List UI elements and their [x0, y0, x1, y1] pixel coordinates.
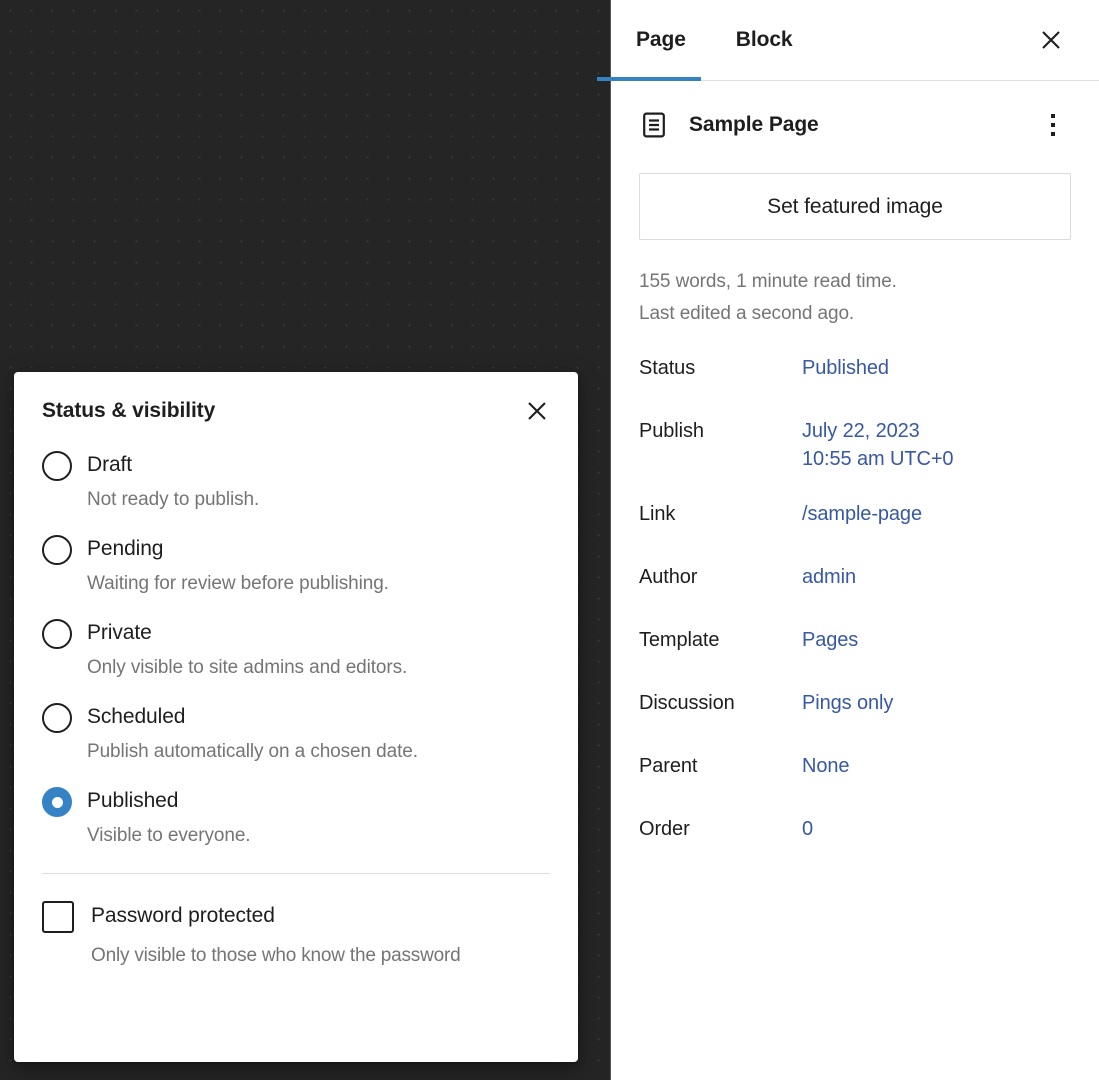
status-option-label: Pending: [87, 537, 164, 560]
status-option-published[interactable]: Published Visible to everyone.: [42, 786, 550, 848]
status-option-description: Visible to everyone.: [87, 825, 251, 846]
document-actions-menu-button[interactable]: [1035, 107, 1071, 143]
meta-row-discussion: Discussion Pings only: [639, 689, 1071, 725]
popover-close-button[interactable]: [520, 394, 554, 428]
status-option-scheduled[interactable]: Scheduled Publish automatically on a cho…: [42, 702, 550, 764]
editor-screen: stay in ost e. “ Status & visibility Dra…: [0, 0, 1099, 1080]
status-option-description: Not ready to publish.: [87, 489, 260, 510]
password-protected-checkbox-row[interactable]: Password protected Only visible to those…: [42, 900, 550, 968]
status-option-label: Private: [87, 621, 152, 644]
radio-icon: [42, 619, 72, 649]
kebab-menu-icon: [1051, 132, 1055, 136]
document-stats: 155 words, 1 minute read time. Last edit…: [639, 266, 1071, 330]
settings-sidebar: Page Block Sample Page Set featured imag…: [597, 0, 1099, 1080]
status-radio-list: Draft Not ready to publish. Pending Wait…: [14, 450, 578, 848]
radio-icon: [42, 535, 72, 565]
page-meta-list: Status Published Publish July 22, 2023 1…: [611, 354, 1099, 851]
status-option-draft[interactable]: Draft Not ready to publish.: [42, 450, 550, 512]
meta-value-status[interactable]: Published: [802, 354, 1071, 382]
meta-value-order[interactable]: 0: [802, 815, 1071, 843]
password-section: Password protected Only visible to those…: [14, 874, 578, 968]
meta-value-template[interactable]: Pages: [802, 626, 1071, 654]
meta-label: Author: [639, 566, 698, 588]
meta-label: Discussion: [639, 692, 735, 714]
meta-row-author: Author admin: [639, 563, 1071, 599]
last-edited-text: Last edited a second ago.: [639, 303, 855, 324]
sidebar-tabbar: Page Block: [597, 0, 1099, 81]
canvas-heading-text: stay in ost: [0, 262, 292, 356]
meta-label: Publish: [639, 420, 704, 442]
status-option-description: Only visible to site admins and editors.: [87, 657, 408, 678]
status-visibility-popover: Status & visibility Draft Not ready to p…: [14, 372, 578, 1062]
status-option-description: Publish automatically on a chosen date.: [87, 741, 418, 762]
document-header-row: Sample Page: [611, 81, 1099, 143]
page-document-icon: [639, 110, 669, 140]
password-protected-label: Password protected: [91, 904, 275, 927]
password-protected-description: Only visible to those who know the passw…: [91, 945, 461, 966]
meta-label: Order: [639, 818, 690, 840]
meta-label: Parent: [639, 755, 698, 777]
checkbox-icon: [42, 901, 74, 933]
close-icon: [528, 402, 546, 420]
document-title: Sample Page: [689, 113, 819, 136]
meta-value-parent[interactable]: None: [802, 752, 1071, 780]
meta-row-link: Link /sample-page: [639, 500, 1071, 536]
meta-label: Template: [639, 629, 720, 651]
meta-value-link[interactable]: /sample-page: [802, 500, 1071, 528]
meta-value-discussion[interactable]: Pings only: [802, 689, 1071, 717]
kebab-menu-icon: [1051, 123, 1055, 127]
meta-row-parent: Parent None: [639, 752, 1071, 788]
meta-row-order: Order 0: [639, 815, 1071, 851]
meta-row-publish: Publish July 22, 2023 10:55 am UTC+0: [639, 417, 1071, 473]
meta-value-publish[interactable]: July 22, 2023 10:55 am UTC+0: [802, 417, 1071, 473]
close-icon: [1042, 31, 1060, 49]
radio-icon: [42, 451, 72, 481]
status-option-label: Scheduled: [87, 705, 186, 728]
word-count-text: 155 words, 1 minute read time.: [639, 271, 897, 292]
tab-page[interactable]: Page: [597, 0, 711, 81]
kebab-menu-icon: [1051, 114, 1055, 118]
status-option-pending[interactable]: Pending Waiting for review before publis…: [42, 534, 550, 596]
status-option-label: Published: [87, 789, 179, 812]
meta-row-template: Template Pages: [639, 626, 1071, 662]
meta-label: Link: [639, 503, 676, 525]
set-featured-image-button[interactable]: Set featured image: [639, 173, 1071, 240]
meta-row-status: Status Published: [639, 354, 1071, 390]
meta-label: Status: [639, 357, 696, 379]
status-option-label: Draft: [87, 453, 133, 476]
radio-icon: [42, 703, 72, 733]
sidebar-close-button[interactable]: [1031, 20, 1071, 60]
tab-block[interactable]: Block: [711, 0, 818, 80]
popover-header: Status & visibility: [14, 372, 578, 450]
meta-value-author[interactable]: admin: [802, 563, 1071, 591]
status-option-description: Waiting for review before publishing.: [87, 573, 389, 594]
radio-selected-icon: [42, 787, 72, 817]
popover-title: Status & visibility: [42, 399, 216, 422]
status-option-private[interactable]: Private Only visible to site admins and …: [42, 618, 550, 680]
